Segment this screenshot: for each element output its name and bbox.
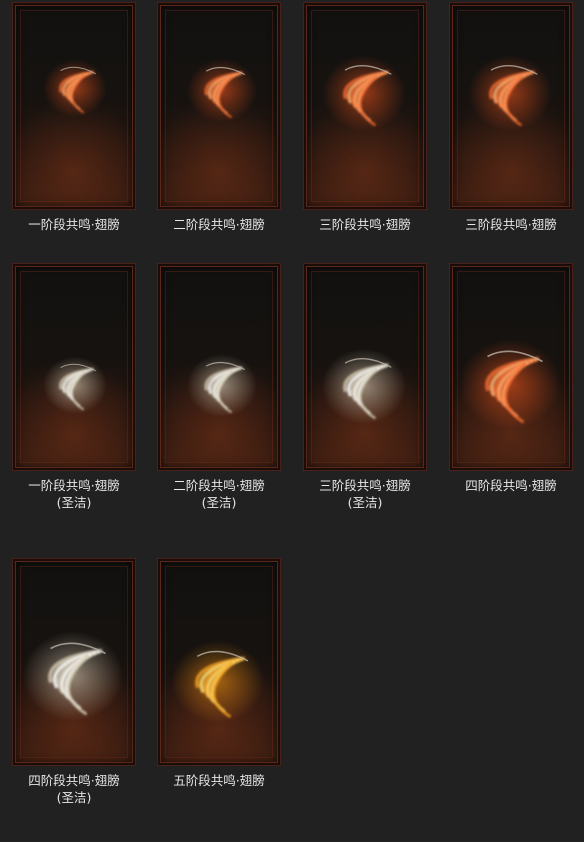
- wing-fire-stage3b-icon: [468, 55, 552, 132]
- wing-card[interactable]: [449, 263, 573, 471]
- wing-holy-stage1-icon: [43, 356, 107, 414]
- wing-card[interactable]: [12, 263, 136, 471]
- wing-holy-stage2-icon: [186, 353, 258, 418]
- item-label: 二阶段共鸣·翅膀 (圣洁): [173, 478, 265, 510]
- item-label: 四阶段共鸣·翅膀: [465, 478, 557, 493]
- wing-fire-stage4-icon: [460, 339, 560, 429]
- item-label: 一阶段共鸣·翅膀 (圣洁): [28, 478, 120, 510]
- wing-card[interactable]: [12, 558, 136, 766]
- item-label: 三阶段共鸣·翅膀 (圣洁): [319, 478, 411, 510]
- wing-card[interactable]: [157, 263, 281, 471]
- wing-fire-stage1-icon: [43, 59, 107, 117]
- item-label: 三阶段共鸣·翅膀: [319, 217, 411, 232]
- item-label: 一阶段共鸣·翅膀: [28, 217, 120, 232]
- item-label: 三阶段共鸣·翅膀: [465, 217, 557, 232]
- wing-gold-stage5-icon: [172, 640, 264, 723]
- wing-card[interactable]: [157, 2, 281, 210]
- wing-holy-stage3-icon: [322, 348, 406, 424]
- item-label: 五阶段共鸣·翅膀: [173, 773, 265, 788]
- item-label: 四阶段共鸣·翅膀 (圣洁): [28, 773, 120, 805]
- item-label: 二阶段共鸣·翅膀: [173, 217, 265, 232]
- wing-fire-stage2-icon: [186, 58, 258, 123]
- wing-card[interactable]: [303, 263, 427, 471]
- wing-holy-stage4-icon: [23, 631, 123, 721]
- wing-card[interactable]: [157, 558, 281, 766]
- wing-card[interactable]: [449, 2, 573, 210]
- wing-card[interactable]: [12, 2, 136, 210]
- wing-fire-stage3-icon: [322, 55, 406, 132]
- wing-card[interactable]: [303, 2, 427, 210]
